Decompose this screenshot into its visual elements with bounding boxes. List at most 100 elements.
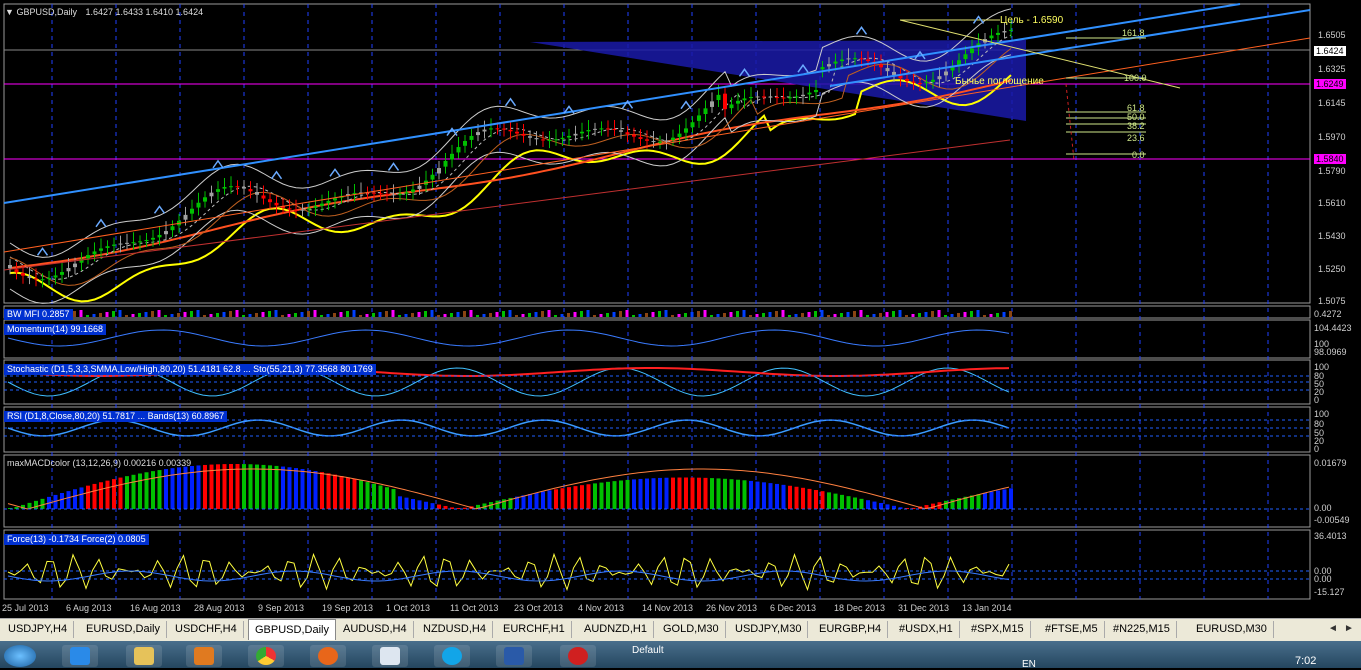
start-button-icon[interactable]	[4, 645, 36, 667]
bw-mfi-bar	[294, 313, 297, 317]
bw-mfi-bar	[664, 310, 668, 317]
macd-bar	[840, 494, 844, 509]
bw-mfi-bar	[125, 315, 128, 317]
clock[interactable]: 7:02	[1295, 655, 1316, 667]
macd-bar	[229, 464, 233, 509]
candle-body	[118, 243, 123, 245]
candle-body	[534, 138, 539, 140]
macd-bar	[664, 477, 669, 509]
tab-spx-m15[interactable]: #SPX,M15	[965, 621, 1031, 638]
date-axis-label: 19 Sep 2013	[322, 603, 374, 613]
bw-mfi-bar	[365, 314, 369, 317]
triangle-pattern	[530, 40, 1026, 121]
candle-body	[313, 206, 318, 208]
tab-scroll-right-icon[interactable]: ►	[1342, 622, 1356, 636]
word-icon[interactable]	[496, 645, 532, 667]
explorer-folder-icon[interactable]	[126, 645, 162, 667]
fractal-up-icon	[212, 159, 224, 169]
candle-body	[300, 209, 305, 211]
candle-body	[996, 32, 1000, 35]
candle-body	[833, 61, 838, 64]
bw-mfi-bar	[476, 315, 479, 317]
firefox-icon[interactable]	[310, 645, 346, 667]
chart-area[interactable]: ▼ GBPUSD,Daily 1.6427 1.6433 1.6410 1.64…	[0, 0, 1361, 618]
tab-usdjpy-m30[interactable]: USDJPY,M30	[729, 621, 809, 638]
windows-taskbar: Default EN 7:02	[0, 641, 1361, 670]
tab-ftse-m5[interactable]: #FTSE,M5	[1039, 621, 1105, 638]
tab-eurusd-m30[interactable]: EURUSD,M30	[1190, 621, 1274, 638]
candle-body	[27, 276, 32, 279]
candle-body	[827, 64, 831, 67]
collapse-triangle-icon[interactable]: ▼	[5, 7, 14, 17]
price-axis-label: 1.5970	[1318, 132, 1346, 142]
tab-eurgbp-h4[interactable]: EURGBP,H4	[813, 621, 889, 638]
bw-mfi-bar	[144, 312, 148, 317]
candle-body	[144, 239, 149, 242]
chart-canvas[interactable]	[0, 0, 1361, 618]
candle-body	[170, 226, 175, 231]
candle-body	[1002, 31, 1007, 33]
macd-bar	[671, 477, 675, 509]
macd-bar	[248, 464, 253, 509]
tab-gbpusd-daily[interactable]: GBPUSD,Daily	[248, 619, 336, 640]
macd-bar	[762, 482, 766, 509]
date-axis-label: 25 Jul 2013	[2, 603, 49, 613]
bw-mfi-bar	[216, 313, 219, 317]
rsi-axis: 100	[1314, 409, 1330, 419]
bw-mfi-bar	[658, 311, 661, 317]
macd-bar	[112, 479, 116, 509]
tab-nzdusd-h4[interactable]: NZDUSD,H4	[417, 621, 493, 638]
tab-usdjpy-h4[interactable]: USDJPY,H4	[2, 621, 75, 638]
tab-n225-m15[interactable]: #N225,M15	[1107, 621, 1177, 638]
price-axis-label: 1.5790	[1318, 166, 1346, 176]
chrome-icon[interactable]	[248, 645, 284, 667]
tab-eurusd-daily[interactable]: EURUSD,Daily	[80, 621, 167, 638]
tab-gold-m30[interactable]: GOLD,M30	[657, 621, 726, 638]
bw-mfi-bar	[710, 315, 713, 317]
skype-icon[interactable]	[434, 645, 470, 667]
mail-icon[interactable]	[372, 645, 408, 667]
macd-bar	[606, 481, 610, 509]
tab-eurchf-h1[interactable]: EURCHF,H1	[497, 621, 572, 638]
macd-bar	[255, 464, 259, 509]
tab-audusd-h4[interactable]: AUDUSD,H4	[337, 621, 414, 638]
tab-scroll-left-icon[interactable]: ◄	[1326, 622, 1340, 636]
candle-body	[261, 195, 266, 199]
metatrader-icon[interactable]	[560, 645, 596, 667]
candle-body	[248, 189, 253, 192]
date-axis-label: 23 Oct 2013	[514, 603, 564, 613]
macd-bar	[599, 482, 604, 509]
media-player-icon[interactable]	[186, 645, 222, 667]
tab-audnzd-h1[interactable]: AUDNZD,H1	[578, 621, 654, 638]
candle-body	[905, 79, 909, 82]
candle-body	[398, 193, 402, 195]
macd-bar	[814, 490, 818, 509]
bw-mfi-bar	[840, 313, 843, 317]
candle-body	[287, 208, 292, 210]
tab-usdchf-h4[interactable]: USDCHF,H4	[169, 621, 244, 638]
candle-body	[703, 108, 708, 115]
candle-body	[625, 132, 630, 135]
macd-bar	[372, 483, 376, 509]
bw-mfi-bar	[170, 314, 174, 317]
macd-bar	[287, 467, 292, 509]
candle-body	[599, 128, 604, 130]
macd-bar	[580, 485, 584, 509]
tab-usdx-h1[interactable]: #USDX,H1	[893, 621, 960, 638]
bw-mfi-bar	[177, 313, 180, 317]
candle-body	[469, 135, 474, 140]
bw-mfi-bar	[417, 312, 421, 317]
bw-mfi-bar	[157, 310, 161, 317]
language-indicator[interactable]: EN	[1022, 659, 1036, 670]
candle-body	[866, 59, 870, 62]
bw-mfi-bar	[274, 310, 278, 317]
macd-bar	[151, 471, 155, 509]
bw-mfi-bar	[242, 315, 245, 317]
candle-body	[385, 193, 389, 195]
candle-body	[86, 255, 90, 259]
ie-icon[interactable]	[62, 645, 98, 667]
bw-mfi-bar	[963, 312, 967, 317]
macd-bar	[125, 476, 129, 509]
bw-mfi-bar	[456, 312, 460, 317]
macd-bar	[424, 501, 428, 509]
